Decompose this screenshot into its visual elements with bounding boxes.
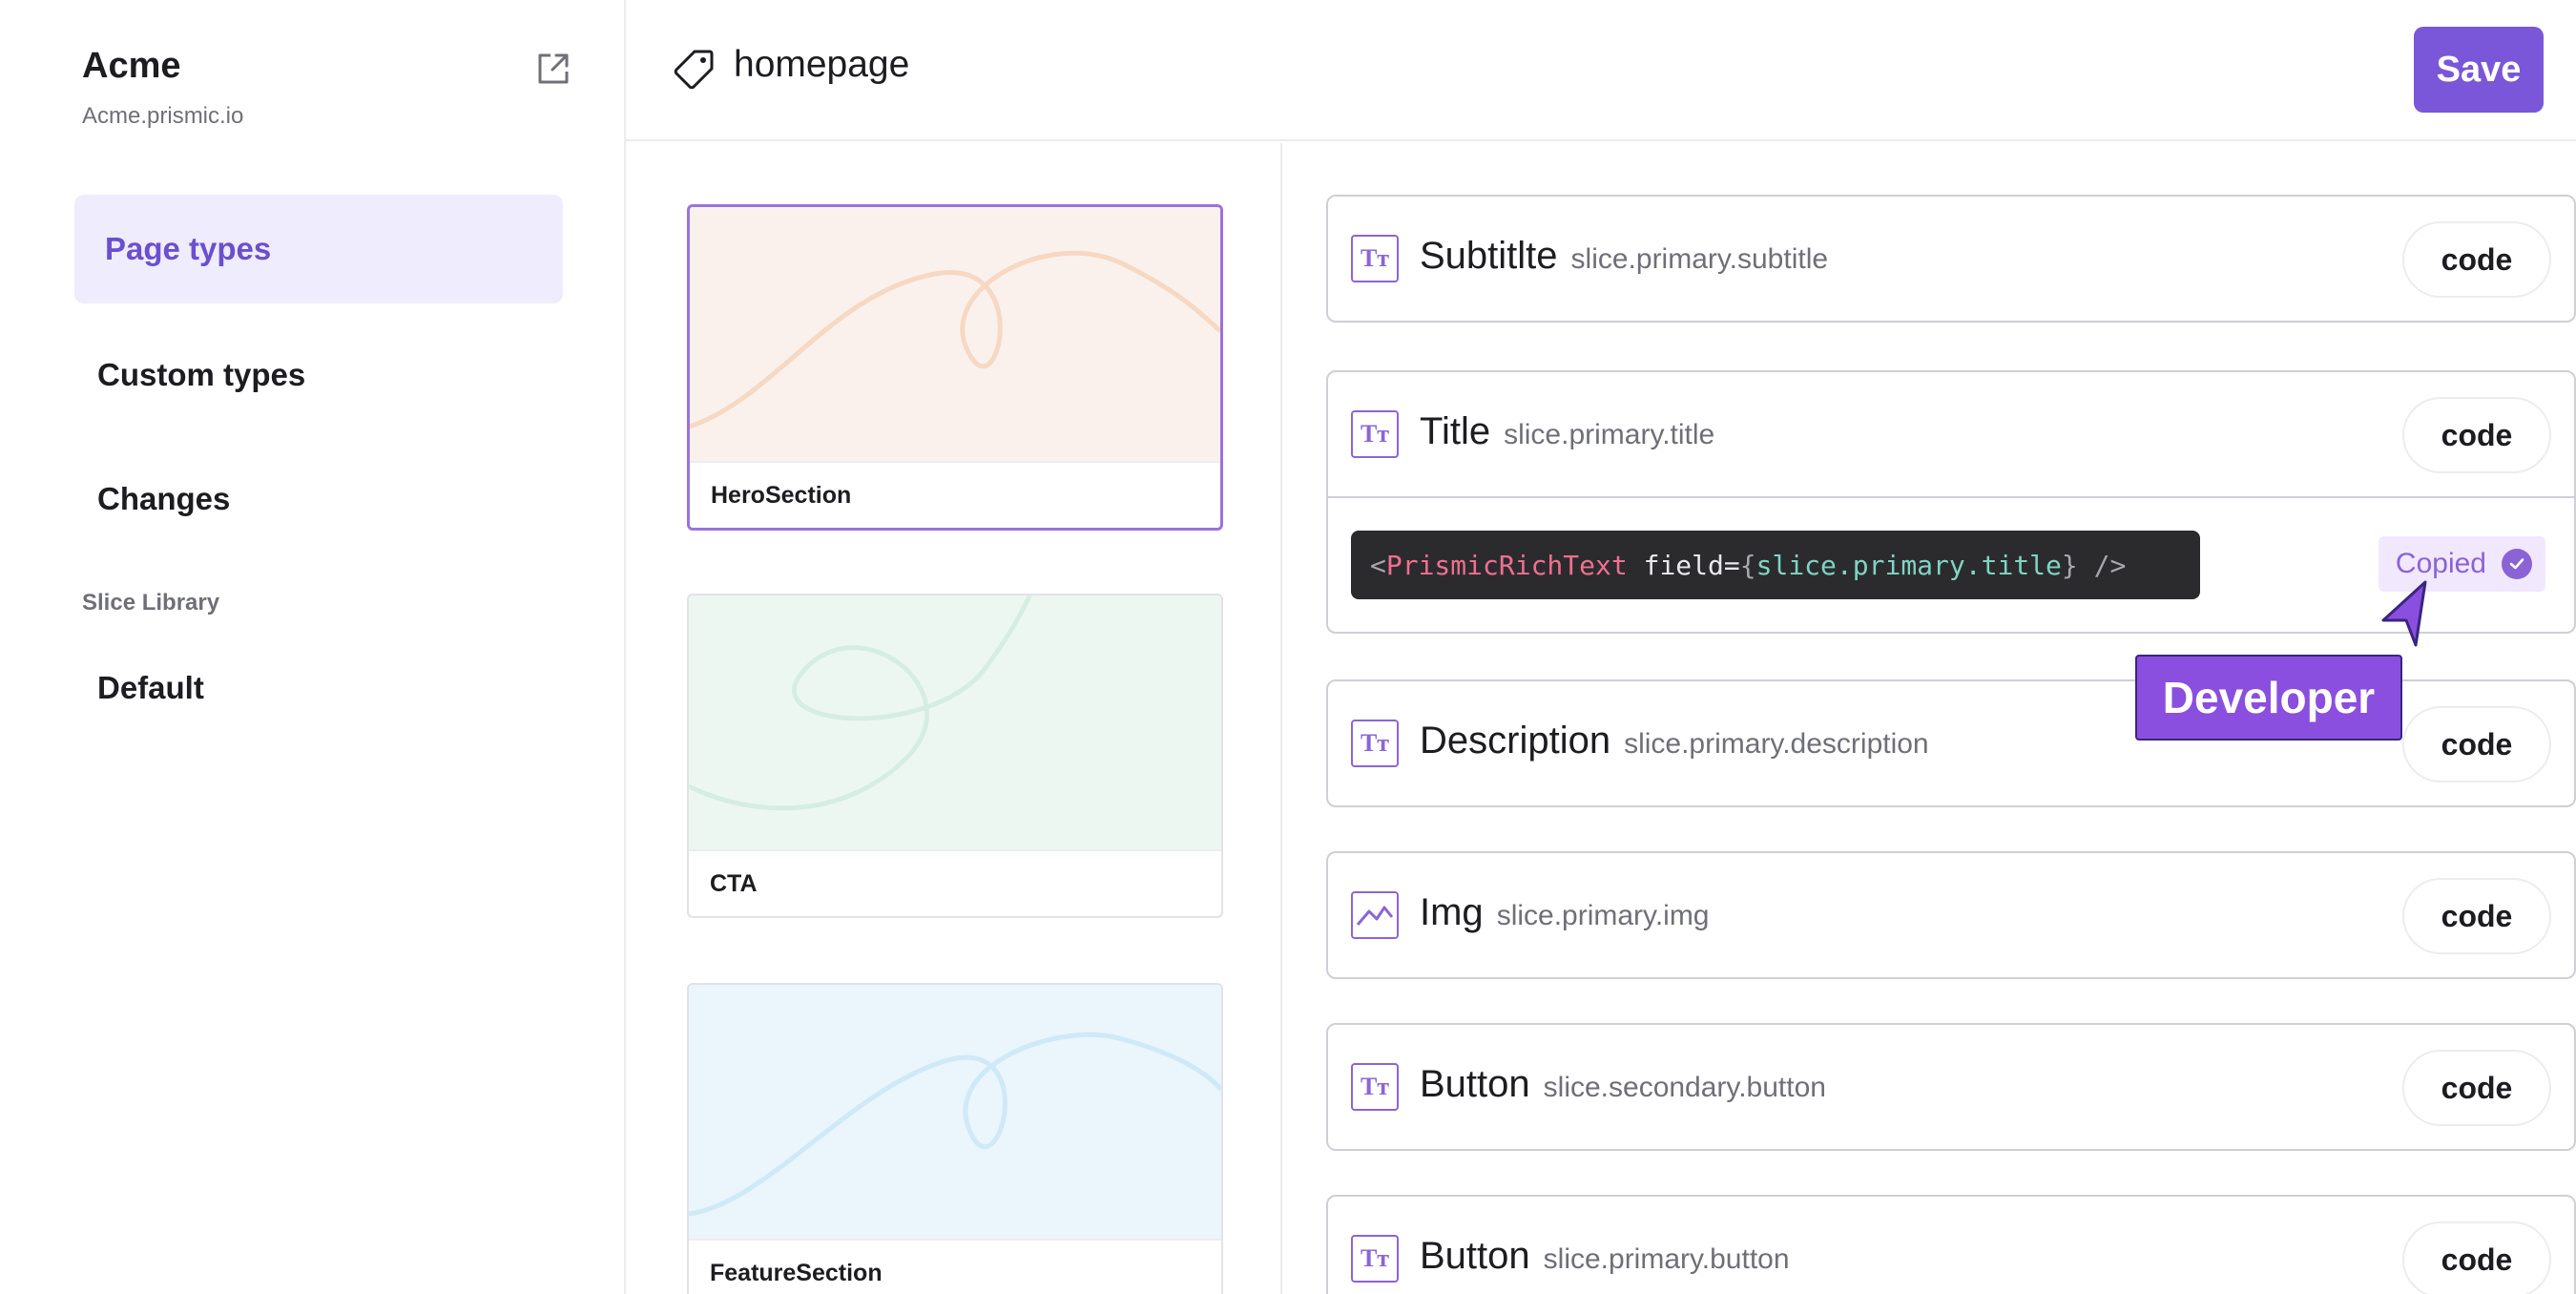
page-type-name: homepage [734, 44, 910, 85]
code-snippet[interactable]: < PrismicRichText field={slice.primary.ti… [1351, 531, 2200, 599]
text-icon: Tт [1351, 720, 1399, 767]
code-button[interactable]: code [2402, 1221, 2551, 1294]
field-name: Img slice.primary.img [1420, 891, 1710, 933]
field-row: Tт Button slice.primary.button code [1328, 1197, 2574, 1294]
code-button[interactable]: code [2402, 221, 2551, 298]
field-name: Subtitlte slice.primary.subtitle [1420, 235, 1829, 277]
field-path: slice.primary.subtitle [1570, 243, 1829, 275]
slice-library-heading: Slice Library [82, 590, 220, 616]
field-name: Button slice.primary.button [1420, 1235, 1790, 1277]
field-path: slice.secondary.button [1543, 1072, 1826, 1103]
save-button[interactable]: Save [2414, 27, 2544, 113]
external-link-icon[interactable] [534, 50, 572, 88]
text-icon: Tт [1351, 1235, 1399, 1283]
slice-card-herosection[interactable]: HeroSection [687, 204, 1223, 531]
field-name: Button slice.secondary.button [1420, 1063, 1826, 1105]
code-button[interactable]: code [2402, 706, 2551, 783]
nav-page-types[interactable]: Page types [74, 195, 563, 303]
field-path: slice.primary.button [1543, 1243, 1790, 1275]
field-name: Description slice.primary.description [1420, 720, 1929, 762]
field-row: Tт Button slice.secondary.button code [1328, 1025, 2574, 1149]
field-card-subtitle: Tт Subtitlte slice.primary.subtitle code [1326, 195, 2576, 323]
field-name: Title slice.primary.title [1420, 410, 1715, 452]
cursor-pointer-icon [2381, 580, 2427, 647]
cursor-user-label: Developer [2135, 655, 2402, 741]
slice-thumbnail [690, 207, 1220, 461]
field-row: Tт Subtitlte slice.primary.subtitle code [1328, 197, 2574, 321]
slice-thumbnail [689, 985, 1221, 1239]
nav-changes-label: Changes [97, 481, 231, 516]
slice-label: HeroSection [690, 461, 1220, 528]
sidebar: Acme Acme.prismic.io Page types Custom t… [0, 0, 626, 1294]
nav-changes[interactable]: Changes [74, 445, 563, 553]
field-path: slice.primary.img [1496, 900, 1710, 931]
slice-card-cta[interactable]: CTA [687, 594, 1223, 918]
field-card-img: Img slice.primary.img code [1326, 851, 2576, 979]
tag-icon [674, 50, 714, 90]
field-path: slice.primary.description [1624, 728, 1929, 760]
top-header: homepage Save [626, 0, 2576, 141]
text-icon: Tт [1351, 410, 1399, 458]
code-button[interactable]: code [2402, 878, 2551, 954]
slice-list: HeroSection CTA FeatureSection [626, 143, 1282, 1294]
library-default[interactable]: Default [74, 634, 563, 742]
repo-name: Acme [82, 46, 181, 86]
code-button[interactable]: code [2402, 397, 2551, 473]
nav-custom-types-label: Custom types [97, 357, 306, 392]
text-icon: Tт [1351, 235, 1399, 282]
check-icon [2502, 549, 2532, 579]
slice-thumbnail [689, 595, 1221, 849]
repo-domain: Acme.prismic.io [82, 103, 244, 129]
nav-page-types-label: Page types [105, 231, 272, 266]
image-icon [1351, 891, 1399, 939]
library-default-label: Default [97, 670, 204, 705]
field-path: slice.primary.title [1504, 419, 1715, 450]
text-icon: Tт [1351, 1063, 1399, 1111]
slice-card-featuresection[interactable]: FeatureSection [687, 983, 1223, 1294]
slice-label: CTA [689, 849, 1221, 916]
field-card-button-secondary: Tт Button slice.secondary.button code [1326, 1023, 2576, 1151]
copied-label: Copied [2395, 548, 2486, 579]
field-card-button-primary: Tт Button slice.primary.button code [1326, 1195, 2576, 1294]
code-button[interactable]: code [2402, 1050, 2551, 1126]
field-row: Img slice.primary.img code [1328, 853, 2574, 977]
slice-label: FeatureSection [689, 1239, 1221, 1294]
field-row: Tт Title slice.primary.title code [1328, 372, 2574, 496]
nav-custom-types[interactable]: Custom types [74, 321, 563, 429]
